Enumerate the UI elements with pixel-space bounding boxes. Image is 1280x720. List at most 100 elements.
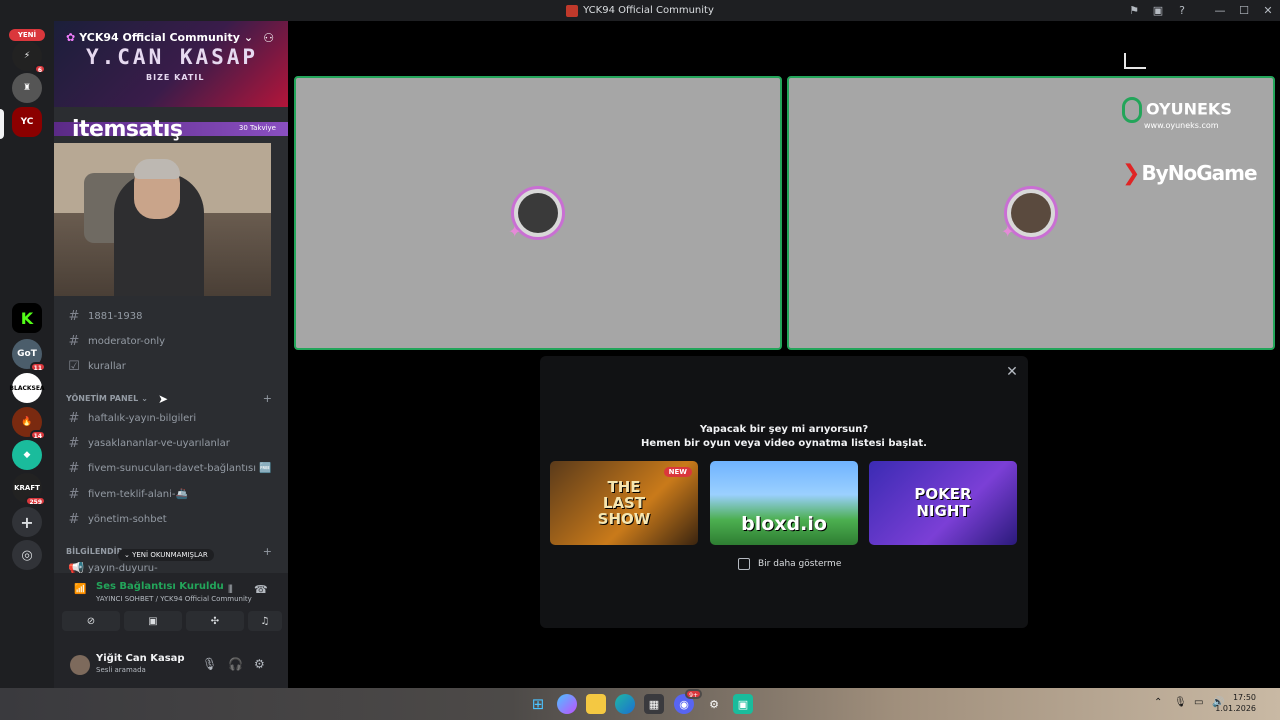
server-icon[interactable]: ◆ xyxy=(12,440,42,470)
activity-card-poker-night[interactable]: POKER NIGHT xyxy=(869,461,1017,545)
display-icon[interactable]: ▭ xyxy=(1194,697,1203,708)
add-channel-icon[interactable]: + xyxy=(263,545,272,558)
soundboard-button[interactable]: ♫ xyxy=(248,611,282,631)
close-icon[interactable]: ✕ xyxy=(1002,362,1022,382)
new-unreads-pill[interactable]: ⌄ YENİ OKUNMAMIŞLAR xyxy=(118,549,214,561)
store-icon[interactable]: ▦ xyxy=(644,694,664,714)
close-window-button[interactable]: ✕ xyxy=(1256,0,1280,21)
hash-icon: # xyxy=(68,460,80,476)
channel-item[interactable]: # 1881-1938 xyxy=(62,305,280,327)
gear-icon[interactable]: ⚙ xyxy=(254,657,265,671)
dont-show-again[interactable]: Bir daha gösterme xyxy=(738,558,841,570)
new-badge: NEW xyxy=(663,467,692,477)
server-icon[interactable]: 🔥 14 xyxy=(12,407,46,440)
microphone-icon[interactable]: 🎙 xyxy=(1174,697,1187,708)
channel-item[interactable]: # haftalık-yayın-bilgileri xyxy=(62,407,280,429)
avatar[interactable] xyxy=(70,655,90,675)
hash-icon: # xyxy=(68,308,80,324)
participant-avatar: ✦ xyxy=(1001,186,1058,241)
maximize-button[interactable]: ☐ xyxy=(1232,0,1256,21)
server-icon[interactable]: K xyxy=(12,303,42,333)
disconnect-icon[interactable]: ☎ xyxy=(254,583,268,596)
window-title: YCK94 Official Community xyxy=(566,4,714,17)
dont-show-checkbox[interactable] xyxy=(738,558,750,570)
star-icon: ✦ xyxy=(1001,222,1015,241)
start-icon[interactable]: ⊞ xyxy=(528,694,548,714)
window-title-text: YCK94 Official Community xyxy=(583,5,714,16)
help-icon[interactable]: ? xyxy=(1170,0,1194,21)
guild-icon: ✿ xyxy=(66,31,76,44)
discord-icon[interactable]: ◉ 9+ xyxy=(674,689,702,714)
server-rail: YENİ ⚡ 6 ♜ YC K GoT 11 BLACKSEA 🔥 14 ◆ KRAF… xyxy=(0,21,54,688)
server-badge: 259 xyxy=(25,496,46,506)
sponsor-logo-itemsatis: itemsatış xyxy=(72,117,183,142)
category-yonetim[interactable]: YÖNETİM PANEL ⌄ + xyxy=(66,391,276,405)
activity-card-last-show[interactable]: THE LAST SHOW NEW xyxy=(550,461,698,545)
mouse-cursor: ➤ xyxy=(158,392,169,406)
inbox-icon[interactable]: ▣ xyxy=(1146,0,1170,21)
oyuneks-logo-icon xyxy=(1122,97,1142,123)
channel-sidebar: ✿ YCK94 Official Community ⌄ ⚇ Y.CAN KAS… xyxy=(54,21,288,688)
channel-item[interactable]: # moderator-only xyxy=(62,330,280,352)
app-logo-icon xyxy=(566,4,579,17)
flag-icon[interactable]: ⚑ xyxy=(1122,0,1146,21)
user-status: Sesli aramada xyxy=(96,666,146,674)
channel-item[interactable]: # fivem-teklif-alani-🚢 xyxy=(62,483,280,505)
add-channel-icon[interactable]: + xyxy=(263,392,272,405)
username[interactable]: Yiğit Can Kasap xyxy=(96,653,185,664)
add-server-icon[interactable]: + xyxy=(12,507,42,537)
server-icon[interactable]: YC xyxy=(12,107,42,137)
channel-item[interactable]: # yasaklananlar-ve-uyarılanlar xyxy=(62,432,280,454)
activities-button[interactable]: ✣ xyxy=(186,611,244,631)
server-badge: 6 xyxy=(33,64,46,74)
hash-icon: # xyxy=(68,410,80,426)
microphone-icon[interactable]: 🎙 xyxy=(202,657,217,671)
boost-count: 30 Takviye xyxy=(238,124,276,132)
server-icon[interactable]: KRAFT 259 xyxy=(12,473,46,506)
server-icon[interactable]: ♜ xyxy=(12,73,42,103)
voice-panel: 📶 Ses Bağlantısı Kuruldu YAYINCI SOHBET … xyxy=(54,573,288,645)
modal-heading: Yapacak bir şey mi arıyorsun? xyxy=(699,424,869,435)
channel-item[interactable]: # fivem-sunucuları-davet-bağlantısı 🆓 xyxy=(62,457,280,479)
sponsor-logo-bynogame: ❯ ByNoGame xyxy=(1122,161,1258,186)
invite-icon[interactable]: ⚇ xyxy=(263,31,274,45)
hash-icon: # xyxy=(68,435,80,451)
camera-off-button[interactable]: ⊘ xyxy=(62,611,120,631)
fullscreen-corner-icon xyxy=(1124,53,1146,69)
app-icon[interactable]: ▣ xyxy=(733,694,753,714)
headphones-icon[interactable]: 🎧 xyxy=(228,657,243,671)
participant-avatar: ✦ xyxy=(508,186,565,241)
webcam-overlay xyxy=(54,143,271,296)
channel-item[interactable]: ☑ kurallar xyxy=(62,355,280,377)
minimize-button[interactable]: — xyxy=(1208,0,1232,21)
activity-card-bloxd[interactable]: bloxd.io xyxy=(710,461,858,545)
noise-suppression-icon[interactable]: ⦀ xyxy=(228,583,233,597)
hash-icon: # xyxy=(68,333,80,349)
settings-icon[interactable]: ⚙ xyxy=(704,694,724,714)
discord-badge: 9+ xyxy=(685,689,702,699)
chevron-up-icon[interactable]: ⌃ xyxy=(1154,697,1162,708)
server-badge: 14 xyxy=(29,430,46,440)
system-clock[interactable]: 17:50 1.01.2026 xyxy=(1215,692,1256,714)
server-icon[interactable]: GoT 11 xyxy=(12,339,46,372)
new-badge: YENİ xyxy=(9,29,45,41)
edge-icon[interactable] xyxy=(615,694,635,714)
voice-status[interactable]: Ses Bağlantısı Kuruldu xyxy=(96,581,224,592)
chevron-down-icon: ⌄ xyxy=(141,393,148,403)
screen-share-button[interactable]: ▣ xyxy=(124,611,182,631)
participant-tile[interactable]: ✦ xyxy=(294,76,782,350)
guild-name[interactable]: ✿ YCK94 Official Community ⌄ xyxy=(66,31,253,44)
server-badge: 11 xyxy=(29,362,46,372)
folder-icon[interactable] xyxy=(586,694,606,714)
rules-icon: ☑ xyxy=(68,358,80,374)
server-icon[interactable]: BLACKSEA xyxy=(9,373,45,403)
user-panel: Yiğit Can Kasap Sesli aramada 🎙 🎧 ⚙ xyxy=(54,645,288,688)
signal-icon: 📶 xyxy=(74,584,87,595)
hash-icon: # xyxy=(68,511,80,527)
server-icon[interactable]: ⚡ 6 xyxy=(12,41,46,74)
guild-banner[interactable]: ✿ YCK94 Official Community ⌄ ⚇ Y.CAN KAS… xyxy=(54,21,288,107)
copilot-icon[interactable] xyxy=(557,694,577,714)
discover-icon[interactable]: ◎ xyxy=(12,540,42,570)
channel-item[interactable]: # yönetim-sohbet xyxy=(62,508,280,530)
chevron-down-icon: ⌄ xyxy=(124,551,130,559)
